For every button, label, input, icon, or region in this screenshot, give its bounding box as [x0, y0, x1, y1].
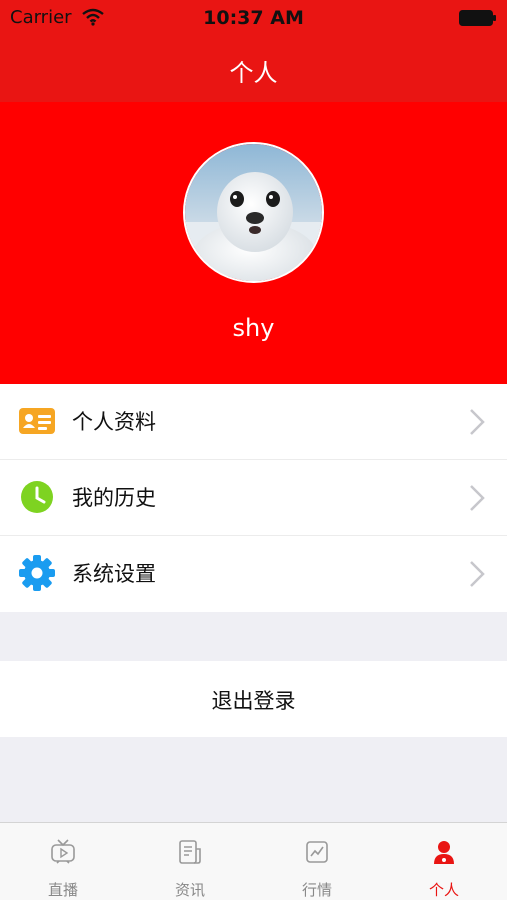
- menu-item-label: 个人资料: [72, 410, 156, 434]
- tab-live[interactable]: 直播: [0, 823, 126, 900]
- tab-label: 行情: [301, 881, 332, 899]
- status-bar: Carrier 10:37 AM: [0, 0, 507, 36]
- seal-avatar-photo: [185, 144, 322, 281]
- nav-bar: 个人: [0, 36, 507, 102]
- person-icon: [431, 839, 457, 865]
- gear-icon: [18, 554, 56, 592]
- news-icon: [177, 839, 203, 865]
- status-time: 10:37 AM: [203, 7, 304, 29]
- tab-label: 直播: [47, 881, 78, 899]
- profile-header: shy: [0, 102, 507, 384]
- clock-icon: [18, 478, 56, 516]
- username: shy: [232, 314, 275, 342]
- chevron-right-icon: [469, 560, 485, 592]
- battery-icon: [459, 10, 497, 30]
- chevron-right-icon: [469, 484, 485, 516]
- tab-profile[interactable]: 个人: [381, 823, 507, 900]
- tab-news[interactable]: 资讯: [127, 823, 253, 900]
- id-card-icon: [18, 402, 56, 440]
- menu-item-label: 系统设置: [72, 562, 156, 586]
- menu-item-profile[interactable]: 个人资料: [0, 384, 507, 460]
- menu-item-history[interactable]: 我的历史: [0, 460, 507, 536]
- menu-item-label: 我的历史: [72, 486, 156, 510]
- tab-market[interactable]: 行情: [254, 823, 380, 900]
- settings-menu: 个人资料 我的历史 系统设置: [0, 384, 507, 612]
- chevron-right-icon: [469, 408, 485, 440]
- logout-button[interactable]: 退出登录: [0, 661, 507, 737]
- tab-label: 个人: [428, 881, 459, 899]
- chart-icon: [304, 839, 330, 865]
- logout-label: 退出登录: [211, 689, 296, 713]
- page-title: 个人: [229, 59, 278, 87]
- menu-item-settings[interactable]: 系统设置: [0, 536, 507, 612]
- avatar[interactable]: [183, 142, 324, 283]
- tv-icon: [50, 839, 76, 865]
- tab-label: 资讯: [174, 881, 205, 899]
- tab-bar: 直播 资讯 行情 个人: [0, 822, 507, 900]
